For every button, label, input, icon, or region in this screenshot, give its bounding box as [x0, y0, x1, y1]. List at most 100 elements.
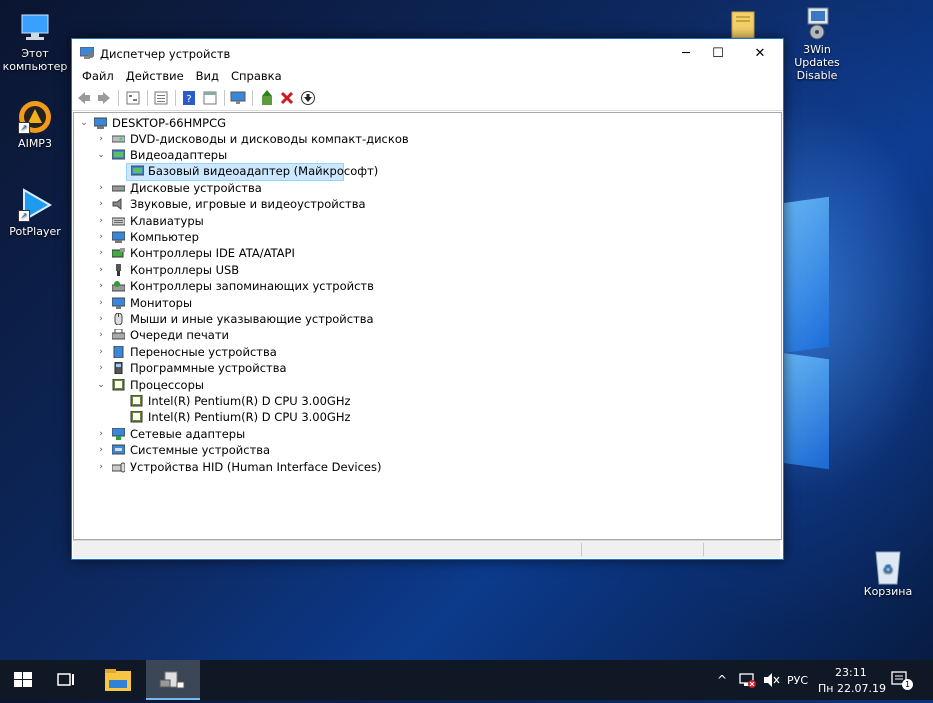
expand-arrow-icon[interactable]: ›	[96, 344, 106, 360]
expand-arrow-icon[interactable]: ›	[96, 196, 106, 212]
close-button[interactable]: ✕	[737, 39, 783, 68]
monitor-icon	[112, 297, 125, 309]
expand-arrow-icon[interactable]: ›	[96, 229, 106, 245]
tray-overflow-button[interactable]: ^	[717, 673, 727, 687]
device-manager-window[interactable]: Диспетчер устройств ─ ☐ ✕ Файл Действие Ви…	[71, 38, 784, 560]
device-tree[interactable]: ⌄ DESKTOP-66HMPCG › DVD-дисководы и диск…	[73, 112, 782, 540]
computer-node-icon	[94, 117, 107, 129]
tree-node-label: Компьютер	[130, 230, 199, 244]
svg-text:?: ?	[186, 94, 191, 105]
tree-view-icon[interactable]	[125, 90, 141, 106]
portable-device-icon	[113, 346, 124, 358]
clock-date[interactable]: Пн 22.07.19	[818, 682, 886, 695]
expand-arrow-icon[interactable]: ›	[96, 131, 106, 147]
explorer-taskbar-button[interactable]	[94, 660, 142, 700]
tree-node-video-adapters[interactable]: ⌄ Видеоадаптеры	[74, 147, 774, 163]
menu-help[interactable]: Справка	[225, 68, 288, 83]
maximize-button[interactable]: ☐	[695, 39, 741, 68]
language-indicator[interactable]: РУС	[787, 674, 808, 687]
keyboard-icon	[112, 217, 125, 226]
computer-node-icon	[112, 231, 125, 243]
svg-text:♻: ♻	[883, 562, 894, 576]
forward-arrow-icon[interactable]	[96, 90, 112, 106]
expand-arrow-icon[interactable]: ›	[96, 459, 106, 475]
tree-node-label: Intel(R) Pentium(R) D CPU 3.00GHz	[148, 410, 351, 424]
window-title: Диспетчер устройств	[100, 47, 231, 61]
tree-node-usb-controllers[interactable]: › Контроллеры USB	[74, 262, 774, 278]
back-arrow-icon[interactable]	[76, 90, 92, 106]
tree-node-monitors[interactable]: › Мониторы	[74, 295, 774, 311]
desktop-icon-win-updates[interactable]: 3Win Updates Disable	[782, 6, 852, 82]
tree-node-label: Мониторы	[130, 296, 193, 310]
tree-node-sound[interactable]: › Звуковые, игровые и видеоустройства	[74, 196, 774, 212]
win-updates-icon	[800, 6, 834, 40]
start-button[interactable]	[0, 660, 48, 700]
tree-node-portable-devices[interactable]: › Переносные устройства	[74, 344, 774, 360]
tree-node-cpu[interactable]: Intel(R) Pentium(R) D CPU 3.00GHz	[74, 393, 774, 409]
tree-root-label: DESKTOP-66HMPCG	[112, 116, 227, 130]
desktop-icon-aimp3[interactable]: ↗ AIMP3	[0, 100, 70, 150]
network-status-button[interactable]	[739, 671, 757, 692]
status-bar-separator	[703, 543, 704, 556]
menu-view[interactable]: Вид	[190, 68, 225, 83]
monitor-icon[interactable]	[230, 90, 246, 106]
tree-node-storage-controllers[interactable]: › Контроллеры запоминающих устройств	[74, 278, 774, 294]
expand-arrow-icon[interactable]: ›	[96, 278, 106, 294]
tree-node-basic-display-adapter[interactable]: Базовый видеоадаптер (Майкрософт)	[126, 163, 378, 181]
expand-arrow-icon[interactable]: ›	[96, 180, 106, 196]
disable-device-icon[interactable]	[300, 90, 316, 106]
tree-node-dvd[interactable]: › DVD-дисководы и дисководы компакт-диск…	[74, 131, 774, 147]
desktop-icon-potplayer[interactable]: ↗ PotPlayer	[0, 188, 70, 238]
console-view-icon[interactable]	[202, 90, 218, 106]
tree-node-label: Базовый видеоадаптер (Майкрософт)	[148, 164, 379, 178]
tree-node-cpu[interactable]: Intel(R) Pentium(R) D CPU 3.00GHz	[74, 409, 774, 425]
desktop-icon-this-pc[interactable]: Этот компьютер	[0, 10, 70, 73]
menu-action[interactable]: Действие	[120, 68, 190, 83]
help-icon[interactable]: ?	[181, 90, 197, 106]
desktop-icon-recycle-bin[interactable]: ♻ Корзина	[853, 548, 923, 598]
tree-root-row[interactable]: ⌄ DESKTOP-66HMPCG	[74, 115, 774, 131]
tree-node-disk-drives[interactable]: › Дисковые устройства	[74, 180, 774, 196]
tree-node-label: Переносные устройства	[130, 345, 277, 359]
expand-arrow-icon[interactable]: ›	[96, 327, 106, 343]
properties-icon[interactable]	[153, 90, 169, 106]
aimp-icon: ↗	[18, 100, 52, 134]
tree-node-hid[interactable]: › Устройства HID (Human Interface Device…	[74, 459, 774, 475]
volume-button[interactable]	[762, 671, 780, 692]
uninstall-device-icon[interactable]	[279, 90, 295, 106]
expand-arrow-icon[interactable]: ›	[96, 311, 106, 327]
expand-arrow-icon[interactable]: ›	[96, 442, 106, 458]
tree-node-system-devices[interactable]: › Системные устройства	[74, 442, 774, 458]
tree-node-ide-controllers[interactable]: › Контроллеры IDE ATA/ATAPI	[74, 245, 774, 261]
tree-node-keyboards[interactable]: › Клавиатуры	[74, 213, 774, 229]
expand-arrow-icon[interactable]: ›	[96, 262, 106, 278]
tree-node-network-adapters[interactable]: › Сетевые адаптеры	[74, 426, 774, 442]
tree-node-computer[interactable]: › Компьютер	[74, 229, 774, 245]
window-titlebar[interactable]: Диспетчер устройств ─ ☐ ✕	[72, 39, 783, 68]
collapse-arrow-icon[interactable]: ⌄	[96, 377, 106, 393]
menu-file[interactable]: Файл	[76, 68, 120, 83]
desktop-icon-label: 3Win Updates Disable	[794, 43, 840, 82]
collapse-arrow-icon[interactable]: ⌄	[79, 115, 89, 131]
expand-arrow-icon[interactable]: ›	[96, 295, 106, 311]
toolbar-separator	[224, 90, 225, 106]
clock-time[interactable]: 23:11	[835, 666, 867, 679]
tree-node-print-queues[interactable]: › Очереди печати	[74, 327, 774, 343]
update-driver-icon[interactable]	[259, 90, 275, 106]
network-disconnected-icon	[739, 673, 756, 688]
tree-node-label: DVD-дисководы и дисководы компакт-дисков	[130, 132, 409, 146]
collapse-arrow-icon[interactable]: ⌄	[96, 147, 106, 163]
expand-arrow-icon[interactable]: ›	[96, 245, 106, 261]
toolbar-separator	[175, 90, 176, 106]
expand-arrow-icon[interactable]: ›	[96, 426, 106, 442]
tree-node-mice[interactable]: › Мыши и иные указывающие устройства	[74, 311, 774, 327]
action-center-button[interactable]: 1	[890, 669, 913, 691]
minimize-icon: ─	[682, 46, 690, 61]
tree-node-processors[interactable]: ⌄ Процессоры	[74, 377, 774, 393]
expand-arrow-icon[interactable]: ›	[96, 360, 106, 376]
task-view-button[interactable]	[42, 660, 90, 700]
tree-node-software-devices[interactable]: › Программные устройства	[74, 360, 774, 376]
hid-icon	[112, 462, 125, 473]
expand-arrow-icon[interactable]: ›	[96, 213, 106, 229]
device-manager-taskbar-button[interactable]	[146, 660, 200, 700]
